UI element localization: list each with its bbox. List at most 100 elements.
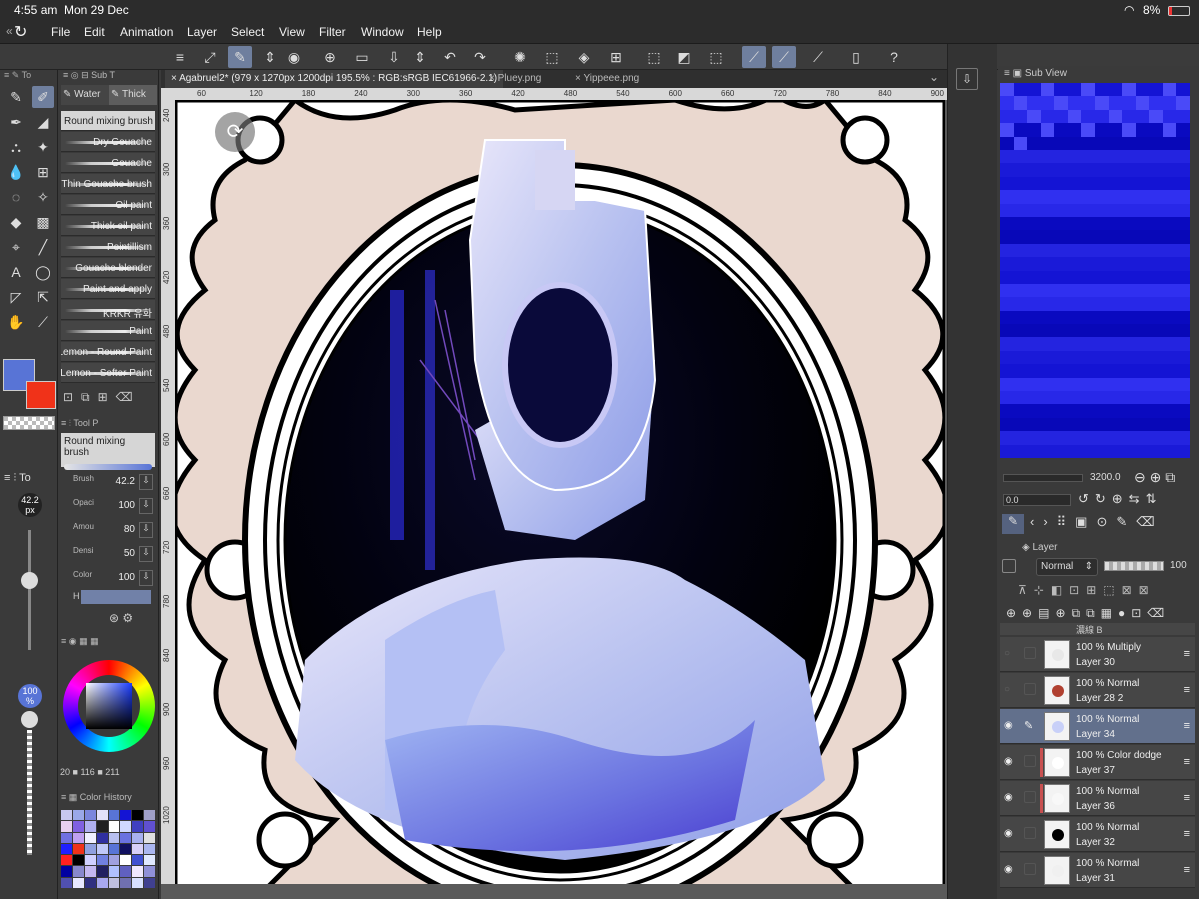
color-history-swatch[interactable]: [84, 855, 96, 866]
brush-item[interactable]: Thin Gouache brush: [61, 174, 155, 194]
color-history-swatch[interactable]: [132, 877, 144, 888]
layer-row[interactable]: ◉ 100 % Normal Layer 32 ≡: [1000, 817, 1195, 852]
hand-icon[interactable]: ✋: [5, 311, 27, 333]
color-history-swatch[interactable]: [72, 877, 84, 888]
color-history-swatch[interactable]: [108, 810, 120, 821]
tab-close-icon[interactable]: ×: [171, 73, 179, 84]
menu-animation[interactable]: Animation: [120, 25, 173, 39]
gradient-icon[interactable]: ▩: [32, 211, 54, 233]
brush-item[interactable]: Gouache: [61, 153, 155, 173]
color-history-swatch[interactable]: [72, 855, 84, 866]
tool-property-row[interactable]: Brush 42.2 ⇩: [61, 472, 157, 492]
color-history-swatch[interactable]: [144, 866, 155, 877]
text-icon[interactable]: A: [5, 261, 27, 283]
layer-checkbox[interactable]: [1024, 647, 1036, 659]
grid-icon[interactable]: ⊞: [32, 161, 54, 183]
menu-filter[interactable]: Filter: [319, 25, 346, 39]
color-history-swatch[interactable]: [132, 855, 144, 866]
color-history-swatch[interactable]: [120, 810, 132, 821]
rotate-reset-icon[interactable]: ⟳: [215, 112, 255, 152]
ruler-icon[interactable]: ⟋: [806, 46, 830, 68]
save-arrows-icon[interactable]: ⇕: [408, 46, 432, 68]
brush-item[interactable]: Paint and apply: [61, 279, 155, 299]
color-history-swatch[interactable]: [108, 832, 120, 843]
menu-view[interactable]: View: [279, 25, 305, 39]
line-icon[interactable]: ╱: [32, 236, 54, 258]
color-history-swatch[interactable]: [72, 832, 84, 843]
opacity-slider-track[interactable]: [27, 730, 32, 855]
color-history-swatch[interactable]: [72, 843, 84, 855]
show-selection-icon[interactable]: ⬚: [704, 46, 728, 68]
layer-action-icons[interactable]: ⊕⊕▤⊕⧉⧉▦●⊡⌫: [1006, 606, 1170, 621]
color-wheel-ring[interactable]: [63, 660, 155, 752]
sub-tool-tab-water[interactable]: ✎ Water: [61, 85, 109, 105]
zoom-slider[interactable]: [1003, 474, 1083, 482]
color-history-swatch[interactable]: [132, 832, 144, 843]
color-history-swatch[interactable]: [61, 855, 72, 866]
pen-tool-icon[interactable]: ✎: [5, 86, 27, 108]
eyedropper-icon[interactable]: ✎: [1002, 514, 1024, 534]
color-history-swatch[interactable]: [96, 843, 108, 855]
eraser-icon[interactable]: ◢: [32, 111, 54, 133]
blend-icon[interactable]: 💧: [5, 161, 27, 183]
layer-row-partial[interactable]: 濃線 B: [1000, 623, 1195, 635]
fit-icon[interactable]: ⤢: [198, 46, 222, 68]
bucket-icon[interactable]: ◆: [5, 211, 27, 233]
hidden-eye-icon[interactable]: ○: [1004, 684, 1016, 696]
tool-property-arrow-icon[interactable]: ⇩: [139, 546, 153, 562]
app-logo-icon[interactable]: ↻: [14, 22, 27, 42]
sub-color-swatch[interactable]: [26, 381, 56, 409]
balloon-icon[interactable]: ◯: [32, 261, 54, 283]
open-file-icon[interactable]: ▭: [350, 46, 374, 68]
brush-item[interactable]: Lemon - Round Paint: [61, 342, 155, 362]
menu-layer[interactable]: Layer: [187, 25, 217, 39]
menu-file[interactable]: File: [51, 25, 70, 39]
layer-menu-icon[interactable]: ≡: [1184, 792, 1190, 804]
fill-icon[interactable]: ◈: [572, 46, 596, 68]
color-history-swatch[interactable]: [120, 821, 132, 832]
tab-menu-chevron-icon[interactable]: ⌄: [929, 70, 939, 84]
color-history-swatch[interactable]: [72, 821, 84, 832]
color-history-swatch[interactable]: [144, 843, 155, 855]
layer-lock-checkbox[interactable]: [1002, 559, 1016, 573]
layer-row[interactable]: ◉ ✎ 100 % Normal Layer 34 ≡: [1000, 709, 1195, 744]
sub-view-rotate-icons[interactable]: ↺↻⊕⇆⇅: [1078, 491, 1162, 507]
color-history-swatch[interactable]: [144, 810, 155, 821]
color-history-swatch[interactable]: [120, 866, 132, 877]
layer-checkbox[interactable]: [1024, 755, 1036, 767]
ruler-tool-icon[interactable]: ⇱: [32, 286, 54, 308]
figure-icon[interactable]: ⌖: [5, 236, 27, 258]
tool-property-arrow-icon[interactable]: ⇩: [139, 522, 153, 538]
color-history-swatch[interactable]: [72, 810, 84, 821]
color-history-swatch[interactable]: [84, 821, 96, 832]
menu-icon[interactable]: ≡: [168, 46, 192, 68]
pen-icon[interactable]: ✎: [1024, 719, 1036, 732]
brush-item[interactable]: Round mixing brush: [61, 111, 155, 131]
eye-icon[interactable]: ◉: [1004, 720, 1016, 732]
frame-icon[interactable]: ◸: [5, 286, 27, 308]
color-history-swatch[interactable]: [84, 832, 96, 843]
blend-mode-select[interactable]: Normal ⇕: [1036, 558, 1098, 576]
lasso-icon[interactable]: ◌: [5, 186, 27, 208]
angle-field[interactable]: 0.0: [1003, 494, 1071, 506]
layer-menu-icon[interactable]: ≡: [1184, 720, 1190, 732]
menu-help[interactable]: Help: [417, 25, 442, 39]
zoom-controls-icon[interactable]: ⊖ ⊕ ⧉: [1134, 469, 1175, 486]
brush-size-slider-track[interactable]: [28, 530, 31, 650]
new-file-icon[interactable]: ⊕: [318, 46, 342, 68]
color-history-swatch[interactable]: [120, 832, 132, 843]
layer-row[interactable]: ◉ 100 % Color dodge Layer 37 ≡: [1000, 745, 1195, 780]
brush-item[interactable]: Oil paint: [61, 195, 155, 215]
layer-menu-icon[interactable]: ≡: [1184, 648, 1190, 660]
color-history-swatch[interactable]: [96, 821, 108, 832]
tool-property-row[interactable]: Color 100 ⇩: [61, 568, 157, 588]
brush-item[interactable]: Dry Gouache: [61, 132, 155, 152]
layer-checkbox[interactable]: [1024, 827, 1036, 839]
sub-view-preview[interactable]: [1000, 83, 1190, 458]
layer-row[interactable]: ◉ 100 % Normal Layer 31 ≡: [1000, 853, 1195, 888]
panel-collapse-left-icon[interactable]: «: [6, 24, 13, 38]
edit-mode-icon[interactable]: ✎: [228, 46, 252, 68]
color-history-swatch[interactable]: [61, 877, 72, 888]
device-icon[interactable]: ▯: [844, 46, 868, 68]
document-tab[interactable]: × Yippeee.png: [569, 70, 645, 88]
